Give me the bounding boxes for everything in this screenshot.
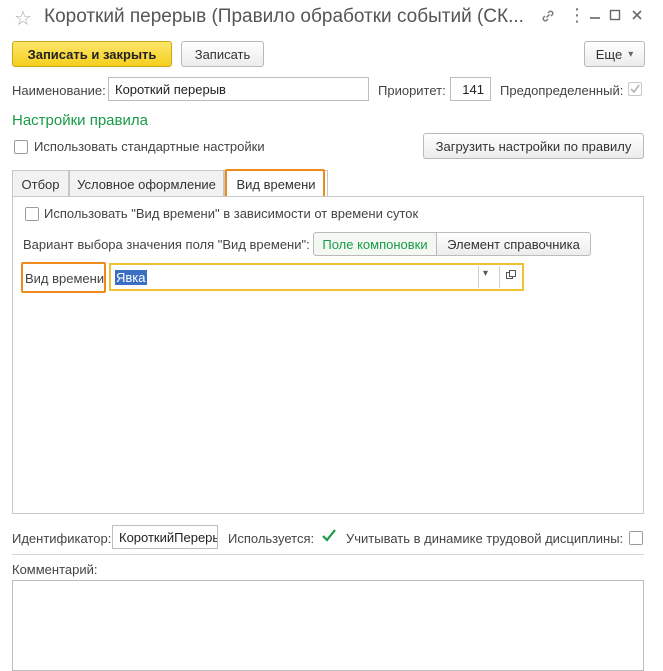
more-button[interactable]: Еще ▾ <box>584 41 645 67</box>
discipline-checkbox[interactable] <box>629 531 643 545</box>
discipline-label: Учитывать в динамике трудовой дисциплины… <box>346 531 624 546</box>
used-label: Используется: <box>228 531 315 546</box>
comment-textarea[interactable] <box>12 580 644 671</box>
checkmark-icon <box>630 84 640 94</box>
link-icon[interactable] <box>540 8 556 28</box>
save-button[interactable]: Записать <box>181 41 264 67</box>
use-time-type-by-day-checkbox[interactable] <box>25 207 39 221</box>
identifier-input[interactable]: КороткийПерерыв <box>112 525 218 549</box>
time-type-input[interactable]: Явка <box>109 263 524 291</box>
more-vertical-icon[interactable]: ⋮ <box>568 6 586 24</box>
variant-label: Вариант выбора значения поля "Вид времен… <box>23 237 310 252</box>
use-standard-settings-checkbox[interactable] <box>14 140 28 154</box>
highlight-time-type-label <box>21 262 106 293</box>
chevron-down-icon: ▾ <box>628 48 634 60</box>
highlight-tab-time-type <box>225 169 325 198</box>
divider <box>12 554 644 555</box>
tab-filter[interactable]: Отбор <box>12 170 69 197</box>
name-input[interactable]: Короткий перерыв <box>108 77 369 101</box>
more-button-label: Еще <box>595 46 623 62</box>
priority-label: Приоритет: <box>378 83 446 98</box>
predefined-label: Предопределенный: <box>500 83 624 98</box>
save-and-close-button[interactable]: Записать и закрыть <box>12 41 172 67</box>
minimize-icon[interactable] <box>588 6 602 26</box>
window-title: Короткий перерыв (Правило обработки собы… <box>44 6 524 27</box>
maximize-icon[interactable] <box>608 6 622 26</box>
variant-option-composition-field[interactable]: Поле компоновки <box>313 232 437 256</box>
name-label: Наименование: <box>12 83 106 98</box>
section-title-rule-settings: Настройки правила <box>12 112 148 129</box>
divider <box>478 266 479 288</box>
priority-input[interactable]: 141 <box>450 77 491 101</box>
tab-conditional-formatting[interactable]: Условное оформление <box>69 170 224 197</box>
load-settings-by-rule-button[interactable]: Загрузить настройки по правилу <box>423 133 644 159</box>
time-type-value: Явка <box>115 269 147 285</box>
variant-option-catalog-item[interactable]: Элемент справочника <box>437 232 591 256</box>
close-icon[interactable] <box>630 6 644 26</box>
identifier-label: Идентификатор: <box>12 531 112 546</box>
open-in-new-icon[interactable] <box>505 269 517 284</box>
use-time-type-by-day-label: Использовать "Вид времени" в зависимости… <box>44 206 419 221</box>
divider <box>499 266 500 288</box>
predefined-checkbox <box>628 82 642 96</box>
checkmark-icon <box>322 529 336 542</box>
chevron-down-icon[interactable]: ▾ <box>483 268 488 279</box>
used-checkbox[interactable] <box>321 528 337 547</box>
favorite-star-icon[interactable]: ☆ <box>14 6 32 31</box>
use-standard-settings-label: Использовать стандартные настройки <box>34 139 265 154</box>
comment-label: Комментарий: <box>12 562 98 577</box>
